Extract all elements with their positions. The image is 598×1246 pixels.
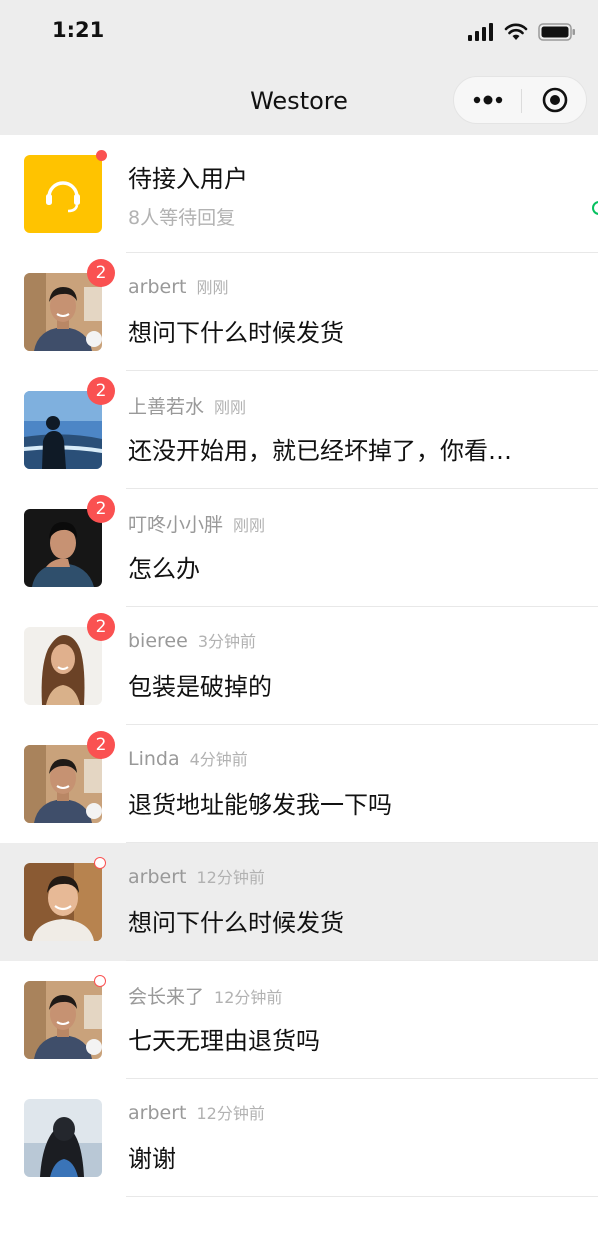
chat-header: arbert 12分钟前 — [128, 864, 265, 888]
chat-header: 上善若水 刚刚 — [128, 392, 246, 419]
battery-icon — [538, 23, 575, 41]
waiting-title: 待接入用户 — [128, 165, 248, 193]
unread-badge: 2 — [87, 377, 115, 405]
more-button[interactable] — [454, 77, 521, 123]
close-button[interactable] — [522, 77, 588, 123]
waiting-subtitle: 8人等待回复 — [128, 207, 236, 229]
chat-name: 会长来了 — [128, 986, 205, 1008]
unread-ring — [94, 857, 106, 869]
avatar — [24, 981, 102, 1059]
chat-header: 会长来了 12分钟前 — [128, 982, 282, 1009]
chat-row[interactable]: 会长来了 12分钟前 七天无理由退货吗 — [0, 961, 598, 1079]
chat-row[interactable]: 2 上善若水 刚刚 还没开始用，就已经坏掉了，你看… — [0, 371, 598, 489]
chat-name: Linda — [128, 748, 180, 770]
chat-header: 叮咚小小胖 刚刚 — [128, 510, 265, 537]
chat-row[interactable]: 2 arbert 刚刚 想问下什么时候发货 — [0, 253, 598, 371]
unread-badge: 2 — [87, 613, 115, 641]
chat-name: arbert — [128, 866, 187, 888]
chat-time: 12分钟前 — [214, 988, 283, 1007]
chat-time: 12分钟前 — [196, 1104, 265, 1123]
chat-row[interactable]: 2 Linda 4分钟前 退货地址能够发我一下吗 — [0, 725, 598, 843]
chat-row[interactable]: 2 bieree 3分钟前 包装是破掉的 — [0, 607, 598, 725]
avatar — [24, 391, 102, 469]
chat-time: 刚刚 — [196, 278, 229, 297]
avatar — [24, 863, 102, 941]
status-time: 1:21 — [52, 18, 105, 42]
unread-badge: 2 — [87, 731, 115, 759]
chat-name: arbert — [128, 276, 187, 298]
signal-icon — [468, 23, 493, 41]
chat-message: 想问下什么时候发货 — [128, 319, 344, 347]
chat-time: 刚刚 — [233, 516, 266, 535]
waiting-avatar — [24, 155, 102, 233]
app-screen: 1:21 Westore 待接入用户 8人等待回复 2 arbert 刚刚 想问… — [0, 0, 598, 1246]
chat-time: 12分钟前 — [196, 868, 265, 887]
capsule-menu — [453, 76, 587, 124]
chat-name: 上善若水 — [128, 396, 205, 418]
avatar — [24, 627, 102, 705]
avatar — [24, 1099, 102, 1177]
chat-row-selected[interactable]: arbert 12分钟前 想问下什么时候发货 — [0, 843, 598, 961]
chat-name: 叮咚小小胖 — [128, 514, 224, 536]
chat-header: Linda 4分钟前 — [128, 746, 248, 770]
waiting-users-row[interactable]: 待接入用户 8人等待回复 — [0, 135, 598, 253]
more-icon — [473, 95, 502, 105]
online-indicator — [592, 201, 598, 215]
avatar — [24, 273, 102, 351]
chat-time: 4分钟前 — [189, 750, 248, 769]
unread-dot — [96, 150, 107, 161]
chat-header: arbert 刚刚 — [128, 274, 228, 298]
chat-row[interactable]: 2 叮咚小小胖 刚刚 怎么办 — [0, 489, 598, 607]
chat-row[interactable]: arbert 12分钟前 谢谢 — [0, 1079, 598, 1197]
avatar — [24, 745, 102, 823]
chat-message: 想问下什么时候发货 — [128, 909, 344, 937]
chat-message: 七天无理由退货吗 — [128, 1027, 320, 1055]
chat-message: 怎么办 — [128, 555, 200, 583]
unread-badge: 2 — [87, 259, 115, 287]
chat-message: 还没开始用，就已经坏掉了，你看… — [128, 437, 512, 465]
status-icons — [468, 20, 576, 44]
chat-header: arbert 12分钟前 — [128, 1100, 265, 1124]
chat-name: bieree — [128, 630, 188, 652]
top-bar: 1:21 Westore — [0, 0, 598, 135]
unread-badge: 2 — [87, 495, 115, 523]
unread-ring — [94, 975, 106, 987]
headset-icon — [46, 181, 80, 213]
chat-time: 刚刚 — [214, 398, 247, 417]
chat-message: 退货地址能够发我一下吗 — [128, 791, 392, 819]
chat-message: 包装是破掉的 — [128, 673, 272, 701]
chat-message: 谢谢 — [128, 1145, 176, 1173]
wifi-icon — [504, 23, 528, 40]
chat-time: 3分钟前 — [197, 632, 256, 651]
chat-header: bieree 3分钟前 — [128, 628, 256, 652]
chat-list: 待接入用户 8人等待回复 2 arbert 刚刚 想问下什么时候发货 2 上善若… — [0, 135, 598, 1197]
avatar — [24, 509, 102, 587]
divider — [126, 1196, 598, 1197]
close-target-icon — [542, 87, 568, 113]
chat-name: arbert — [128, 1102, 187, 1124]
